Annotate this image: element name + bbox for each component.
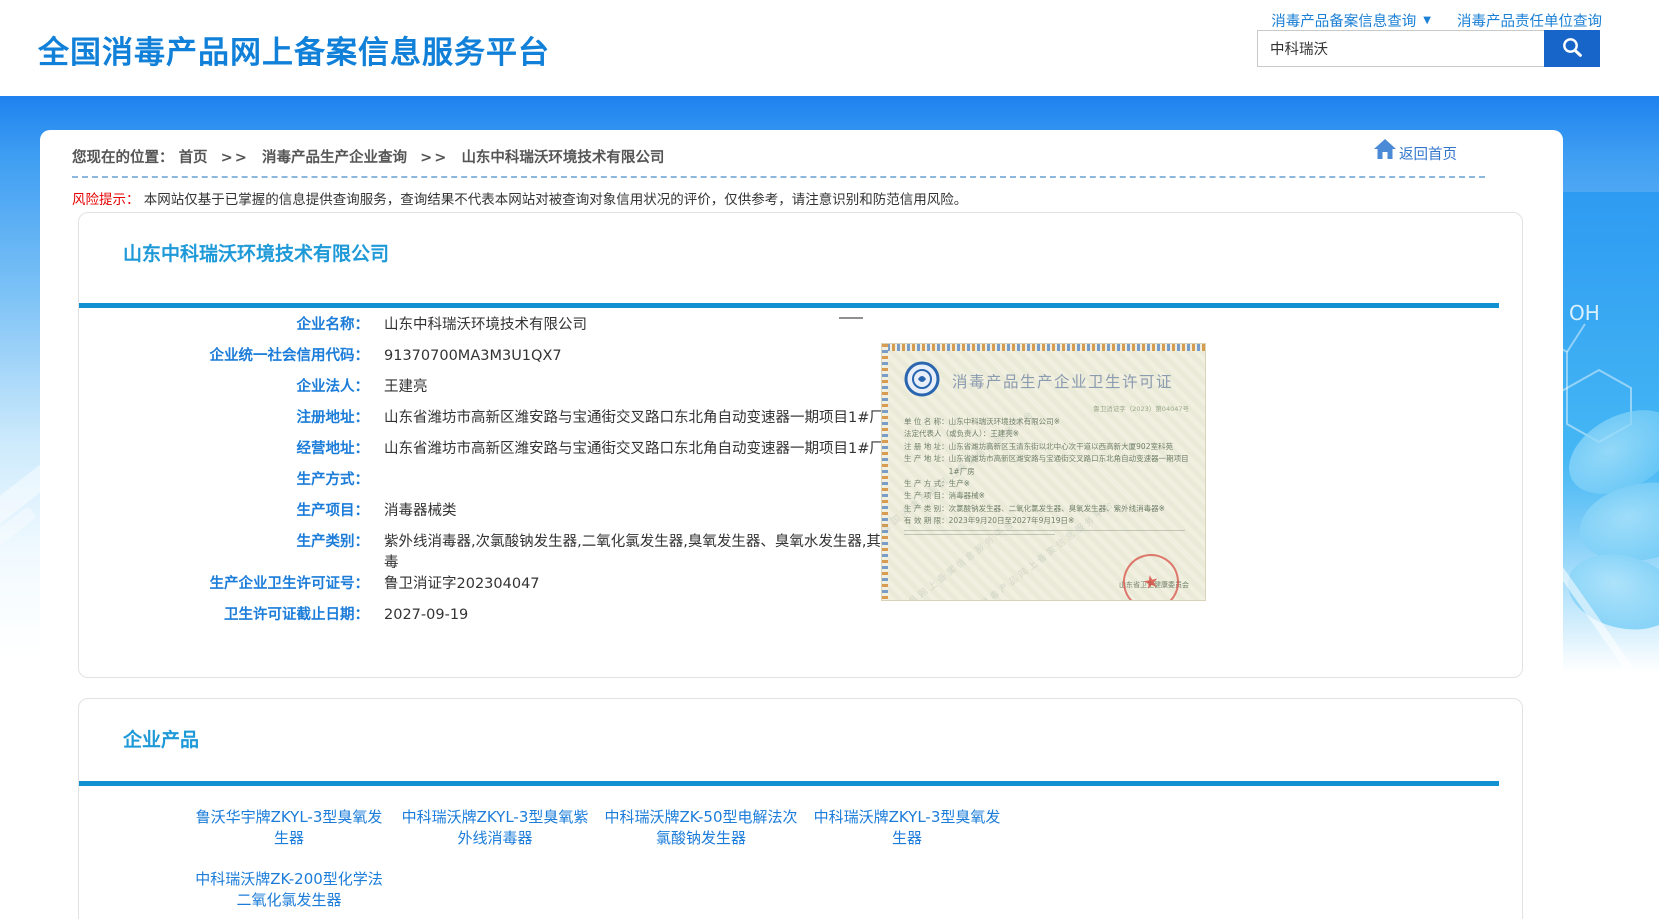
nav-link-responsible-unit-query[interactable]: 消毒产品责任单位查询 (1457, 10, 1602, 31)
search-button[interactable] (1544, 30, 1600, 67)
breadcrumb: 您现在的位置： 首页 >> 消毒产品生产企业查询 >> 山东中科瑞沃环境技术有限… (72, 146, 664, 167)
certificate-fine-print (904, 530, 1185, 531)
field-row-production-category: 生产类别： 紫外线消毒器,次氯酸钠发生器,二氧化氯发生器,臭氧发生器、臭氧水发生… (79, 532, 979, 574)
red-official-seal: ★ (1118, 549, 1184, 601)
field-row-company-name: 企业名称： 山东中科瑞沃环境技术有限公司 (79, 315, 979, 346)
field-row-business-address: 经营地址： 山东省潍坊市高新区潍安路与宝通街交叉路口东北角自动变速器一期项目1#… (79, 439, 979, 470)
seal-star-icon: ★ (1141, 570, 1161, 594)
field-row-registered-address: 注册地址： 山东省潍坊市高新区潍安路与宝通街交叉路口东北角自动变速器一期项目1#… (79, 408, 979, 439)
breadcrumb-separator: >> (420, 150, 448, 166)
product-link[interactable]: 中科瑞沃牌ZK-200型化学法二氧化氯发生器 (189, 869, 389, 911)
field-row-credit-code: 企业统一社会信用代码： 91370700MA3M3U1QX7 (79, 346, 979, 377)
search-input[interactable] (1257, 30, 1544, 67)
site-header: 全国消毒产品网上备案信息服务平台 消毒产品备案信息查询 ▼ 消毒产品责任单位查询 (0, 0, 1659, 96)
page: O OH 全国消毒产品网上备案信息服务平台 消毒产品备案信息查询 ▼ 消毒产品责… (0, 0, 1659, 919)
certificate-border-pattern (882, 344, 1205, 351)
svg-text:OH: OH (1569, 301, 1600, 325)
image-dash (839, 317, 863, 319)
breadcrumb-home[interactable]: 首页 (179, 150, 208, 166)
product-link[interactable]: 中科瑞沃牌ZKYL-3型臭氧发生器 (807, 807, 1007, 849)
certificate-header: 消毒产品生产企业卫生许可证 (904, 361, 1189, 401)
certificate-fine-print (904, 534, 1055, 535)
top-nav: 消毒产品备案信息查询 ▼ 消毒产品责任单位查询 (1271, 10, 1602, 31)
home-icon (1373, 138, 1397, 164)
risk-notice: 风险提示： 本网站仅基于已掌握的信息提供查询服务，查询结果不代表本网站对被查询对… (72, 188, 967, 208)
field-row-license-number: 生产企业卫生许可证号： 鲁卫消证字202304047 (79, 574, 979, 605)
site-title: 全国消毒产品网上备案信息服务平台 (38, 27, 550, 72)
title-underline-bar (79, 303, 1499, 308)
product-link[interactable]: 中科瑞沃牌ZK-50型电解法次氯酸钠发生器 (601, 807, 801, 849)
company-card: 山东中科瑞沃环境技术有限公司 企业名称： 山东中科瑞沃环境技术有限公司 企业统一… (78, 212, 1523, 678)
field-row-legal-person: 企业法人： 王建亮 (79, 377, 979, 408)
certificate-watermark: 全国消毒产品网上备案信息服务平台 (881, 516, 1018, 601)
hygiene-license-certificate-image: 全国消毒产品网上备案信息服务平台 全国消毒产品网上备案信息服务平台 全国消毒产品… (881, 343, 1206, 601)
risk-notice-label: 风险提示： (72, 192, 140, 208)
risk-notice-text: 本网站仅基于已掌握的信息提供查询服务，查询结果不代表本网站对被查询对象信用状况的… (144, 192, 968, 208)
products-card-title: 企业产品 (123, 725, 199, 752)
product-link[interactable]: 鲁沃华宇牌ZKYL-3型臭氧发生器 (189, 807, 389, 849)
back-home-link[interactable]: 返回首页 (1373, 138, 1457, 164)
content-panel: 您现在的位置： 首页 >> 消毒产品生产企业查询 >> 山东中科瑞沃环境技术有限… (40, 130, 1563, 919)
nav-link-record-info-query[interactable]: 消毒产品备案信息查询 ▼ (1271, 10, 1431, 31)
chevron-down-icon: ▼ (1423, 15, 1431, 26)
certificate-number: 鲁卫消证字（2023）第04047号 (882, 403, 1189, 413)
product-link[interactable]: 中科瑞沃牌ZKYL-3型臭氧紫外线消毒器 (395, 807, 595, 849)
company-card-title: 山东中科瑞沃环境技术有限公司 (123, 239, 389, 266)
certificate-border-pattern (882, 344, 888, 600)
certificate-title: 消毒产品生产企业卫生许可证 (952, 370, 1173, 392)
title-underline-bar (79, 781, 1499, 786)
field-row-production-project: 生产项目： 消毒器械类 (79, 501, 979, 532)
field-row-license-expiry: 卫生许可证截止日期： 2027-09-19 (79, 605, 979, 636)
breadcrumb-prefix: 您现在的位置： (72, 150, 174, 166)
certificate-body: 单 位 名 称：山东中科瑞沃环境技术有限公司※ 法定代表人（或负责人）：王建亮※… (904, 416, 1193, 527)
breadcrumb-enterprise-query[interactable]: 消毒产品生产企业查询 (262, 150, 407, 166)
company-fields: 企业名称： 山东中科瑞沃环境技术有限公司 企业统一社会信用代码： 9137070… (79, 315, 979, 636)
breadcrumb-current: 山东中科瑞沃环境技术有限公司 (461, 150, 664, 166)
search-bar (1257, 30, 1600, 67)
field-row-production-method: 生产方式： (79, 470, 979, 501)
dashed-divider (72, 176, 1485, 178)
products-card: 企业产品 鲁沃华宇牌ZKYL-3型臭氧发生器 中科瑞沃牌ZKYL-3型臭氧紫外线… (78, 698, 1523, 919)
product-links: 鲁沃华宇牌ZKYL-3型臭氧发生器 中科瑞沃牌ZKYL-3型臭氧紫外线消毒器 中… (189, 807, 1019, 911)
health-commission-emblem-icon (904, 361, 940, 401)
search-icon (1560, 35, 1584, 62)
breadcrumb-separator: >> (221, 150, 249, 166)
